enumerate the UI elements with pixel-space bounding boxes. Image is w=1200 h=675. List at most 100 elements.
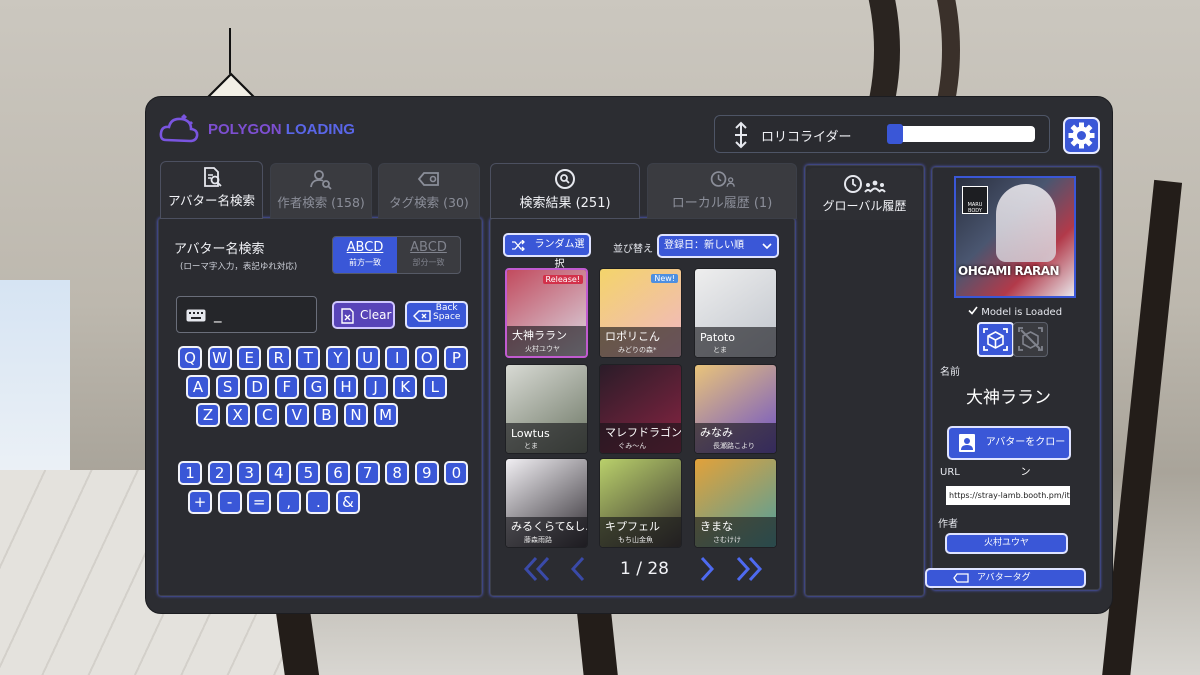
result-card[interactable]: Patoto とま <box>694 268 777 358</box>
key-row5-5[interactable]: & <box>336 490 360 514</box>
backspace-button[interactable]: Back Space <box>405 301 468 329</box>
result-card[interactable]: キプフェル もち山金魚 <box>599 458 682 548</box>
search-subtitle: (ローマ字入力，表記ゆれ対応) <box>180 262 298 272</box>
height-label: ロリコライダー <box>761 130 852 145</box>
key-row1-4[interactable]: T <box>296 346 321 370</box>
match-partial-button[interactable]: ABCD 部分一致 <box>397 237 460 273</box>
match-sample-text: ABCD <box>410 240 447 255</box>
key-row4-6[interactable]: 7 <box>355 461 380 485</box>
key-row1-1[interactable]: W <box>207 346 232 370</box>
prev-page-icon[interactable] <box>568 556 588 582</box>
shuffle-icon <box>512 240 525 251</box>
result-card[interactable]: New! ロポリこん みどりの森* <box>599 268 682 358</box>
tab-label: 検索結果 (251) <box>519 196 611 211</box>
result-card[interactable]: Release! 大神ララン 火村ユウヤ <box>505 268 588 358</box>
key-row2-6[interactable]: J <box>363 375 388 399</box>
page-indicator: 1 / 28 <box>620 559 669 579</box>
key-row4-0[interactable]: 1 <box>178 461 202 485</box>
key-row3-6[interactable]: M <box>373 403 398 427</box>
key-row1-9[interactable]: P <box>444 346 469 370</box>
app-logo: POLYGON LOADING <box>158 110 355 148</box>
key-row3-4[interactable]: B <box>314 403 339 427</box>
maru-body-badge: MARU BODY <box>962 186 988 214</box>
match-prefix-button[interactable]: ABCD 前方一致 <box>333 237 397 273</box>
result-card[interactable]: みるくらて&し... 藤森雨路 <box>505 458 588 548</box>
result-card[interactable]: みなみ 長瀬路こより <box>694 364 777 454</box>
key-row4-1[interactable]: 2 <box>207 461 232 485</box>
key-row2-0[interactable]: A <box>186 375 210 399</box>
key-row1-5[interactable]: Y <box>326 346 350 370</box>
result-author: 藤森雨路 <box>524 536 552 544</box>
first-page-icon[interactable] <box>522 556 552 582</box>
key-row4-2[interactable]: 3 <box>237 461 262 485</box>
key-row2-5[interactable]: H <box>334 375 358 399</box>
url-field[interactable]: https://stray-lamb.booth.pm/ite <box>946 486 1070 505</box>
result-card[interactable]: マレフドラゴン ぐみ～ん <box>599 364 682 454</box>
key-row5-3[interactable]: , <box>276 490 301 514</box>
key-row5-2[interactable]: = <box>247 490 272 514</box>
height-slider[interactable] <box>887 124 1035 144</box>
key-row1-0[interactable]: Q <box>178 346 202 370</box>
key-row2-7[interactable]: K <box>393 375 418 399</box>
next-page-icon[interactable] <box>697 556 717 582</box>
key-row4-5[interactable]: 6 <box>326 461 350 485</box>
result-name: みるくらて&し... <box>511 520 588 533</box>
key-row4-4[interactable]: 5 <box>296 461 321 485</box>
author-button[interactable]: 火村ユウヤ <box>945 533 1068 554</box>
key-row2-3[interactable]: F <box>274 375 299 399</box>
key-row3-1[interactable]: X <box>225 403 250 427</box>
key-row4-9[interactable]: 0 <box>444 461 469 485</box>
tab-tag-search[interactable]: タグ検索 (30) <box>378 163 480 219</box>
key-row2-8[interactable]: L <box>422 375 447 399</box>
key-row4-8[interactable]: 9 <box>414 461 439 485</box>
key-row2-1[interactable]: S <box>215 375 240 399</box>
load-model-button[interactable] <box>977 322 1014 357</box>
height-arrows-icon <box>735 121 747 149</box>
avatar-tag-button[interactable]: アバタータグ <box>925 568 1086 588</box>
result-author: とま <box>713 346 727 354</box>
tab-global-history[interactable]: グローバル履歴 <box>807 168 922 220</box>
key-row5-1[interactable]: - <box>217 490 242 514</box>
key-row4-7[interactable]: 8 <box>385 461 410 485</box>
keyboard-icon <box>186 309 206 322</box>
tab-avatar-name-search[interactable]: アバター名検索 <box>160 161 263 219</box>
clone-avatar-button[interactable]: アバターをクローン <box>947 426 1071 478</box>
sort-dropdown[interactable]: 登録日：新しい順 <box>657 234 779 258</box>
unload-model-button[interactable] <box>1013 322 1048 357</box>
key-row1-6[interactable]: U <box>355 346 380 370</box>
gear-icon <box>1068 122 1095 149</box>
last-page-icon[interactable] <box>734 556 764 582</box>
document-search-icon <box>203 167 222 187</box>
avatar-art-title: OHGAMI RARAN <box>958 264 1060 278</box>
key-row2-2[interactable]: D <box>245 375 270 399</box>
clear-button[interactable]: Clear <box>332 301 395 329</box>
key-row5-4[interactable]: . <box>306 490 331 514</box>
key-row3-0[interactable]: Z <box>196 403 220 427</box>
search-input[interactable]: _ <box>176 296 317 333</box>
tab-search-results[interactable]: 検索結果 (251) <box>490 163 640 219</box>
match-partial-label: 部分一致 <box>412 258 445 267</box>
tab-local-history[interactable]: ローカル履歴 (1) <box>647 163 797 219</box>
settings-button[interactable] <box>1063 117 1100 154</box>
tab-author-search[interactable]: 作者検索 (158) <box>270 163 372 219</box>
key-row1-3[interactable]: R <box>266 346 291 370</box>
result-author: もち山金魚 <box>618 536 653 544</box>
height-slider-thumb[interactable] <box>887 124 903 144</box>
key-row3-5[interactable]: N <box>344 403 368 427</box>
result-card[interactable]: きまな さむけけ <box>694 458 777 548</box>
key-row2-4[interactable]: G <box>304 375 329 399</box>
result-card[interactable]: Lowtus とま <box>505 364 588 454</box>
key-row1-7[interactable]: I <box>385 346 410 370</box>
model-loaded-label: Model is Loaded <box>981 307 1063 318</box>
key-row1-8[interactable]: O <box>414 346 439 370</box>
key-row3-3[interactable]: V <box>284 403 309 427</box>
height-control: ロリコライダー <box>714 115 1050 153</box>
result-author: みどりの森* <box>618 346 657 354</box>
key-row1-2[interactable]: E <box>237 346 262 370</box>
key-row5-0[interactable]: + <box>188 490 212 514</box>
key-row4-3[interactable]: 4 <box>266 461 291 485</box>
result-author: さむけけ <box>713 536 741 544</box>
history-group-icon <box>843 175 886 193</box>
key-row3-2[interactable]: C <box>255 403 280 427</box>
random-select-button[interactable]: ランダム選択 <box>503 233 591 270</box>
